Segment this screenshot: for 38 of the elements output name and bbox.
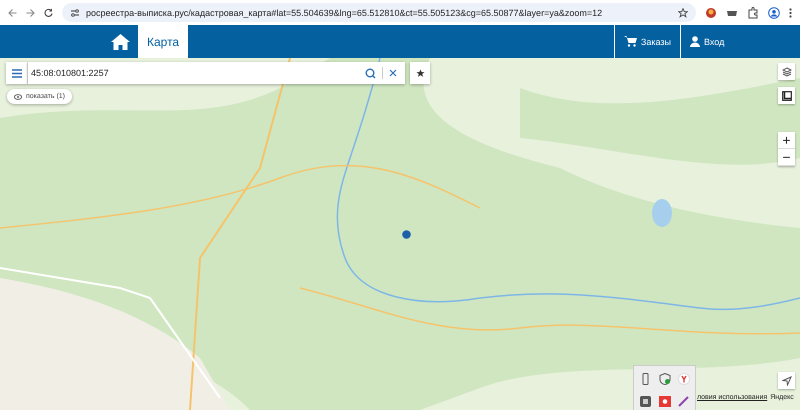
user-icon	[690, 36, 700, 47]
app-icon[interactable]	[658, 396, 670, 406]
location-marker-icon	[402, 230, 411, 239]
extension-icon[interactable]	[705, 6, 717, 18]
panel-icon	[782, 90, 792, 100]
search-icon[interactable]	[365, 68, 376, 78]
eye-icon	[14, 94, 22, 100]
browser-icon[interactable]	[678, 373, 690, 385]
search-field[interactable]: 45:08:010801:2257	[28, 62, 405, 84]
geolocation-button[interactable]	[778, 372, 795, 389]
shield-icon[interactable]	[658, 373, 670, 385]
layers-icon	[782, 66, 792, 76]
navigation-arrow-icon	[782, 376, 792, 386]
home-icon[interactable]	[111, 34, 130, 50]
menu-icon[interactable]	[789, 8, 792, 18]
close-icon[interactable]	[389, 69, 397, 77]
panel-toggle-button[interactable]	[778, 87, 795, 104]
map-tab[interactable]: Карта	[138, 25, 188, 58]
usb-drive-icon[interactable]	[641, 373, 650, 385]
url-text: росреестра-выписка.рус/кадастровая_карта#lat=55.504639&lng=65.512810&ct=55.505123&cg=65.50877&layer=ya&zoom=12	[86, 8, 604, 18]
address-bar[interactable]: росреестра-выписка.рус/кадастровая_карта#lat=55.504639&lng=65.512810&ct=55.505123&cg=65.50877&layer=ya&zoom=12	[62, 3, 696, 22]
zoom-in-button[interactable]: +	[778, 132, 795, 149]
back-icon[interactable]	[8, 8, 17, 16]
cart-icon	[624, 36, 637, 47]
site-settings-icon[interactable]	[70, 8, 80, 18]
puzzle-icon[interactable]	[747, 6, 759, 18]
favorite-button[interactable]	[410, 62, 430, 84]
zoom-out-button[interactable]: −	[778, 149, 795, 166]
layers-button[interactable]	[778, 63, 795, 80]
forward-icon[interactable]	[26, 8, 35, 16]
pen-icon[interactable]	[678, 395, 690, 407]
reload-icon[interactable]	[44, 8, 53, 17]
app-icon[interactable]	[640, 396, 651, 406]
profile-icon[interactable]	[768, 6, 780, 18]
menu-icon	[12, 68, 22, 78]
star-icon	[416, 68, 424, 78]
bookmark-star-icon[interactable]	[678, 8, 688, 18]
menu-button[interactable]	[6, 62, 28, 84]
